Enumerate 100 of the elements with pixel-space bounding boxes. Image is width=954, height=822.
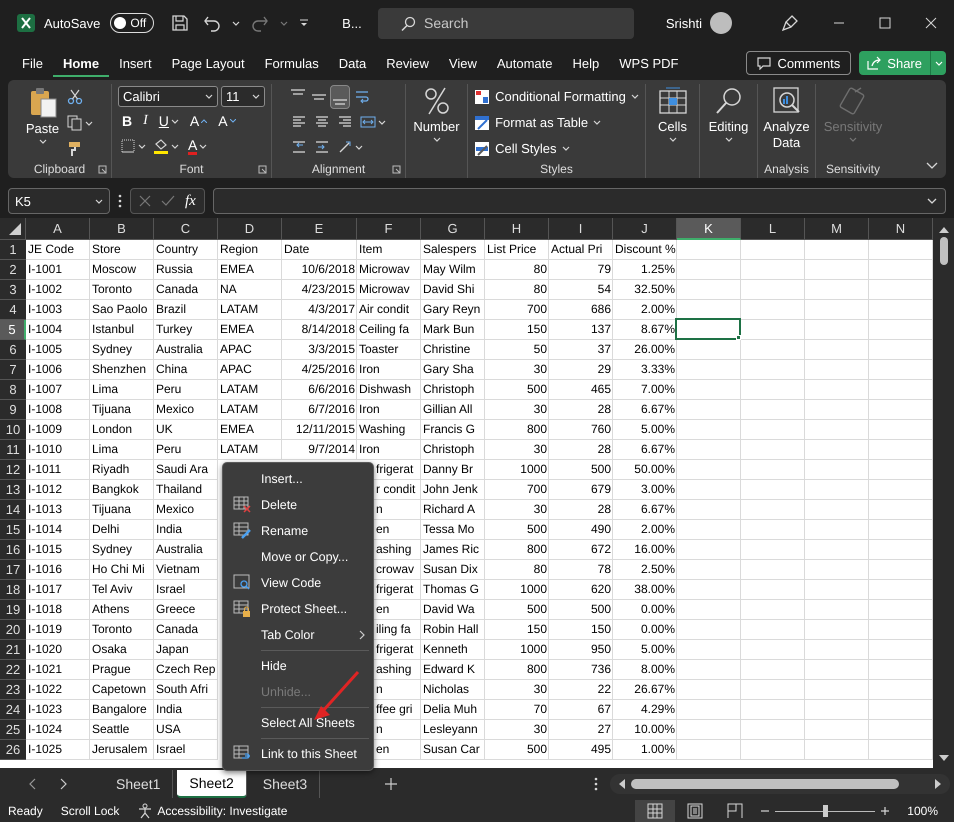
italic-button[interactable]: I	[139, 110, 152, 132]
editing-button[interactable]: Editing	[706, 84, 750, 144]
search-field[interactable]: Search	[378, 8, 634, 38]
sheet-tab[interactable]: Sheet2	[177, 770, 247, 798]
more-icon[interactable]	[594, 777, 598, 791]
row-header[interactable]: 16	[0, 540, 26, 560]
cells-button[interactable]: Cells	[656, 84, 690, 144]
collapse-ribbon-icon[interactable]	[926, 162, 938, 170]
menu-item[interactable]: Protect Sheet...	[223, 596, 373, 622]
menu-item[interactable]: View Code	[223, 570, 373, 596]
share-menu-button[interactable]	[930, 51, 946, 75]
maximize-icon[interactable]	[879, 17, 891, 29]
menu-tab[interactable]: Review	[376, 50, 439, 76]
increase-font-button[interactable]: A	[186, 110, 212, 132]
customize-icon[interactable]	[299, 18, 310, 28]
column-header[interactable]: G	[421, 218, 485, 240]
decrease-font-button[interactable]: A	[214, 110, 240, 132]
menu-tab[interactable]: Help	[562, 50, 610, 76]
row-header[interactable]: 23	[0, 680, 26, 700]
font-color-button[interactable]: A	[184, 135, 212, 157]
column-header[interactable]: L	[741, 218, 805, 240]
analyze-data-button[interactable]: Analyze Data	[760, 84, 814, 153]
menu-item[interactable]: Tab Color	[223, 622, 373, 648]
dialog-launcher-icon[interactable]	[258, 165, 267, 174]
row-header[interactable]: 13	[0, 480, 26, 500]
row-header[interactable]: 1	[0, 240, 26, 260]
row-header[interactable]: 4	[0, 300, 26, 320]
save-icon[interactable]	[171, 14, 190, 32]
conditional-formatting-button[interactable]: Conditional Formatting	[474, 86, 639, 107]
dialog-launcher-icon[interactable]	[392, 165, 401, 174]
menu-tab[interactable]: Page Layout	[162, 50, 255, 76]
insert-function-button[interactable]: fx	[185, 192, 196, 210]
scroll-down-icon[interactable]	[938, 755, 948, 762]
column-header[interactable]: E	[282, 218, 357, 240]
column-header[interactable]: B	[90, 218, 154, 240]
formula-input[interactable]	[212, 188, 946, 214]
column-header[interactable]: N	[869, 218, 933, 240]
column-header[interactable]: D	[218, 218, 282, 240]
row-header[interactable]: 20	[0, 620, 26, 640]
scroll-up-icon[interactable]	[938, 226, 948, 233]
column-header[interactable]: H	[485, 218, 549, 240]
close-icon[interactable]	[925, 17, 937, 29]
comments-button[interactable]: Comments	[746, 51, 852, 75]
font-size-dropdown[interactable]: 11	[221, 86, 265, 107]
column-header[interactable]: F	[357, 218, 421, 240]
more-icon[interactable]	[118, 194, 122, 208]
name-box[interactable]: K5	[8, 188, 110, 214]
row-header[interactable]: 12	[0, 460, 26, 480]
select-all-icon[interactable]	[8, 222, 22, 236]
menu-item[interactable]: Select All Sheets	[223, 710, 373, 736]
bold-button[interactable]: B	[118, 110, 136, 132]
zoom-level[interactable]: 100%	[907, 804, 938, 818]
next-sheet-icon[interactable]	[60, 778, 68, 790]
normal-view-button[interactable]	[635, 800, 676, 822]
row-header[interactable]: 18	[0, 580, 26, 600]
menu-tab[interactable]: File	[12, 50, 53, 76]
avatar[interactable]	[710, 12, 732, 34]
menu-tab[interactable]: Automate	[486, 50, 562, 76]
sheet-tab[interactable]: Sheet1	[104, 770, 174, 798]
menu-tab[interactable]: WPS PDF	[609, 50, 688, 76]
column-header[interactable]: C	[154, 218, 218, 240]
zoom-in-icon[interactable]	[880, 806, 890, 816]
format-as-table-button[interactable]: Format as Table	[474, 112, 602, 133]
autosave-toggle[interactable]: Off	[110, 13, 154, 33]
row-header[interactable]: 6	[0, 340, 26, 360]
row-header[interactable]: 8	[0, 380, 26, 400]
column-header[interactable]: J	[613, 218, 677, 240]
row-header[interactable]: 17	[0, 560, 26, 580]
menu-item[interactable]: Link to this Sheet	[223, 741, 373, 767]
menu-tab[interactable]: Insert	[109, 50, 162, 76]
row-header[interactable]: 7	[0, 360, 26, 380]
row-header[interactable]: 19	[0, 600, 26, 620]
scroll-right-icon[interactable]	[935, 779, 942, 789]
menu-tab[interactable]: Formulas	[254, 50, 329, 76]
cell-styles-button[interactable]: Cell Styles	[474, 138, 570, 159]
scrollbar-thumb[interactable]	[631, 779, 899, 789]
column-header[interactable]: A	[26, 218, 90, 240]
row-header[interactable]: 9	[0, 400, 26, 420]
dialog-launcher-icon[interactable]	[98, 165, 107, 174]
scroll-left-icon[interactable]	[618, 779, 625, 789]
undo-icon[interactable]	[203, 14, 222, 32]
row-header[interactable]: 14	[0, 500, 26, 520]
enter-icon[interactable]	[161, 195, 175, 207]
row-header[interactable]: 22	[0, 660, 26, 680]
row-header[interactable]: 15	[0, 520, 26, 540]
row-header[interactable]: 2	[0, 260, 26, 280]
previous-sheet-icon[interactable]	[28, 778, 36, 790]
menu-tab[interactable]: View	[438, 50, 487, 76]
menu-item[interactable]: Insert...	[223, 466, 373, 492]
row-header[interactable]: 11	[0, 440, 26, 460]
column-header[interactable]: M	[805, 218, 869, 240]
column-header[interactable]: K	[677, 218, 741, 240]
menu-item[interactable]: Hide	[223, 653, 373, 679]
add-sheet-icon[interactable]	[384, 777, 398, 791]
scrollbar-thumb[interactable]	[940, 237, 948, 265]
menu-item[interactable]: Rename	[223, 518, 373, 544]
menu-item[interactable]: Move or Copy...	[223, 544, 373, 570]
number-format-button[interactable]: Number	[411, 84, 462, 144]
row-header[interactable]: 10	[0, 420, 26, 440]
underline-button[interactable]: U	[154, 110, 183, 132]
